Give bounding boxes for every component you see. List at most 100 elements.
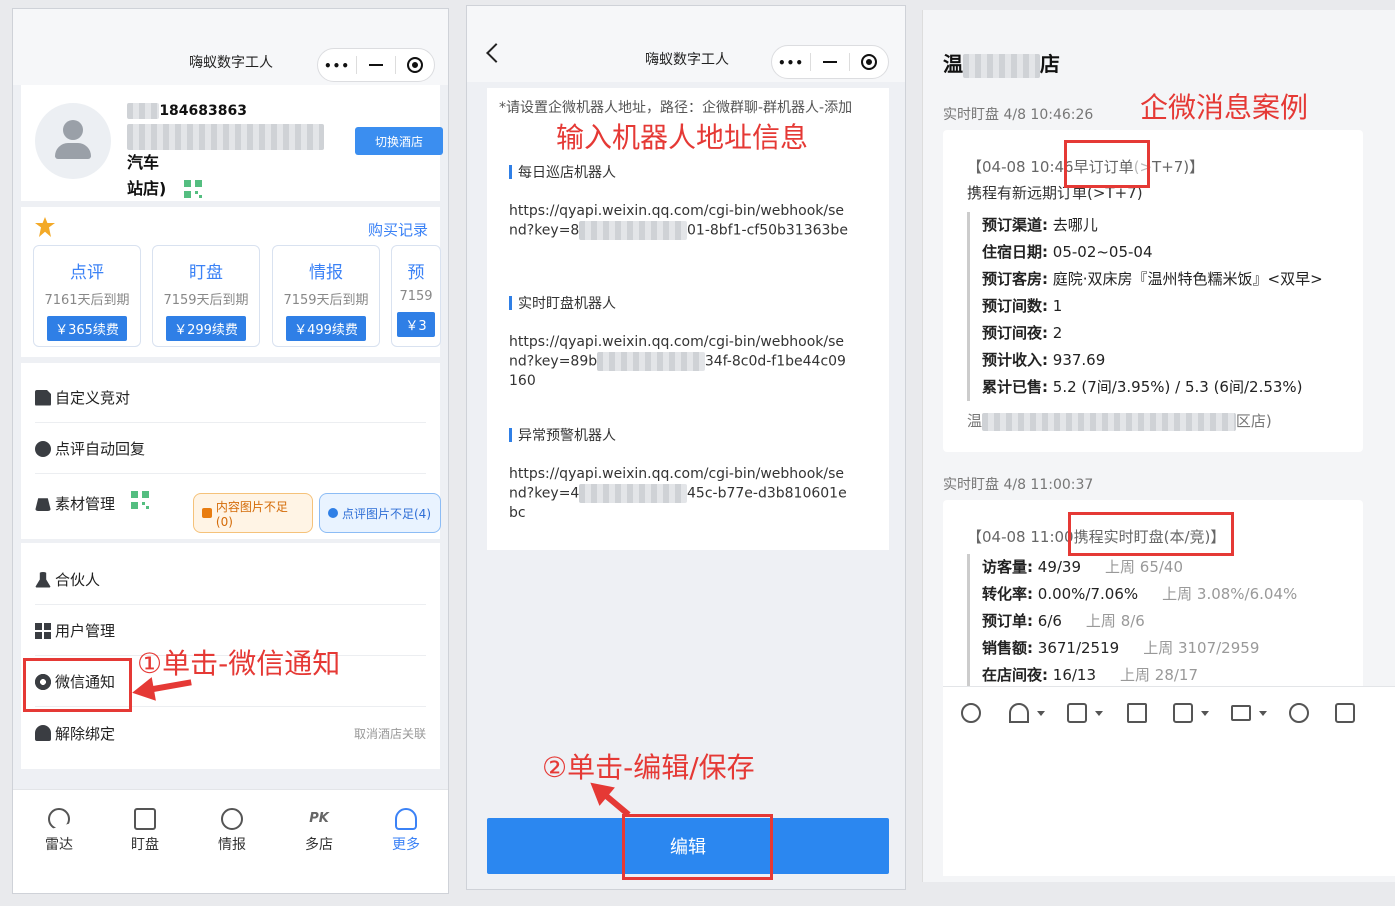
tab-multi-store[interactable]: PK 多店 (289, 808, 349, 854)
tile-review[interactable]: 点评 7161天后到期 ￥365续费 (33, 245, 141, 347)
wecom-chat-panel: 温█████店 实时盯盘 4/8 10:46:26 【04-08 10:46早订… (922, 10, 1395, 882)
renew-button[interactable]: ￥299续费 (166, 316, 246, 341)
chevron-down-icon[interactable] (1037, 711, 1045, 716)
tab-radar[interactable]: 雷达 (29, 808, 89, 854)
menu-auto-reply[interactable]: 点评自动回复 (35, 424, 426, 474)
line-chart-icon (134, 808, 156, 830)
chat-input-toolbar (943, 686, 1395, 876)
msg1-fields: 预订渠道: 去哪儿 住宿日期: 05-02~05-04 预订客房: 庭院·双床房… (967, 212, 1323, 401)
avatar (35, 103, 111, 179)
menu-unbind[interactable]: 解除绑定 取消酒店关联 (35, 708, 426, 758)
renew-button[interactable]: ￥365续费 (47, 316, 127, 341)
pk-icon: PK (309, 811, 329, 826)
phone-more-page: 嗨蚁数字工人 ███184683863 ████████████████汽车 站… (12, 8, 449, 894)
msg-field: 销售额: 3671/2519 上周 3107/2959 (982, 639, 1260, 657)
msg-field: 转化率: 0.00%/7.06% 上周 3.08%/6.04% (982, 585, 1298, 603)
chevron-down-icon[interactable] (1095, 711, 1103, 716)
miniapp-capsule (317, 48, 435, 82)
more-circle-icon[interactable] (1289, 703, 1309, 723)
webhook-form: *请设置企微机器人地址，路径：企微群聊-群机器人-添加 每日巡店机器人 http… (487, 88, 889, 550)
bot-url-alert[interactable]: https://qyapi.weixin.qq.com/cgi-bin/webh… (509, 465, 849, 523)
msg-field: 累计已售: 5.2 (7间/3.95%) / 5.3 (6间/2.53%) (982, 378, 1303, 396)
miniapp-title: 嗨蚁数字工人 (189, 55, 273, 71)
scissors-icon[interactable] (1009, 703, 1029, 723)
radar-icon (48, 808, 70, 830)
miniapp-title: 嗨蚁数字工人 (645, 52, 729, 68)
search-chart-icon (221, 808, 243, 830)
image-icon[interactable] (1067, 703, 1087, 723)
buy-record-link[interactable]: 购买记录 (368, 219, 428, 240)
minimize-icon[interactable] (811, 61, 849, 63)
msg-field: 预订渠道: 去哪儿 (982, 216, 1098, 234)
bot-url-daily[interactable]: https://qyapi.weixin.qq.com/cgi-bin/webh… (509, 202, 849, 241)
msg2-fields: 访客量: 49/39 上周 65/40 转化率: 0.00%/7.06% 上周 3.… (967, 554, 1297, 689)
msg-field: 预订间数: 1 (982, 297, 1063, 315)
renew-button[interactable]: ￥499续费 (286, 316, 366, 341)
bottom-tabbar: 雷达 盯盘 情报 PK 多店 更多 (13, 789, 448, 893)
chevron-down-icon[interactable] (1259, 711, 1267, 716)
msg-field: 预订单: 6/6 上周 8/6 (982, 612, 1145, 630)
webhook-hint: *请设置企微机器人地址，路径：企微群聊-群机器人-添加 (499, 100, 853, 116)
bot-url-realtime[interactable]: https://qyapi.weixin.qq.com/cgi-bin/webh… (509, 333, 849, 391)
more-dots-icon[interactable] (318, 56, 356, 74)
highlight-edit-button (622, 814, 773, 880)
menu-partner[interactable]: 合伙人 (35, 555, 426, 605)
switch-hotel-button[interactable]: 切换酒店 (355, 127, 443, 155)
person-minus-icon (35, 725, 51, 741)
chevron-down-icon[interactable] (1201, 711, 1209, 716)
msg1-footer: 温██████████████████████区店) (967, 412, 1272, 431)
highlight-wechat-notify (23, 658, 132, 712)
annotation-case-title: 企微消息案例 (1140, 91, 1309, 124)
renew-button[interactable]: ￥3 (397, 312, 435, 337)
qr-code-icon[interactable] (131, 491, 156, 515)
qr-code-icon[interactable] (184, 180, 203, 198)
msg-field: 住宿日期: 05-02~05-04 (982, 243, 1153, 261)
menu-custom-competitor[interactable]: 自定义竞对 (35, 373, 426, 423)
content-image-shortage-chip[interactable]: 内容图片不足(0) (193, 493, 313, 533)
msg-field: 访客量: 49/39 上周 65/40 (982, 558, 1184, 576)
miniapp-header: 嗨蚁数字工人 (467, 6, 905, 82)
subscription-card: 购买记录 点评 7161天后到期 ￥365续费 盯盘 7159天后到期 ￥299… (21, 207, 441, 357)
minimize-icon[interactable] (357, 64, 395, 66)
miniapp-header: 嗨蚁数字工人 (13, 9, 448, 85)
menu-group-1: 自定义竞对 点评自动回复 素材管理 内容图片不足(0) 点评图片不足(4) (21, 363, 441, 539)
msg-field: 预计收入: 937.69 (982, 351, 1106, 369)
tab-intel[interactable]: 情报 (202, 808, 262, 854)
close-target-icon[interactable] (850, 54, 888, 70)
annotation-input-hint: 输入机器人地址信息 (556, 121, 809, 154)
close-target-icon[interactable] (396, 57, 434, 73)
folder-icon[interactable] (1231, 705, 1251, 721)
chat-bubble-icon (328, 508, 338, 518)
calendar-check-icon[interactable] (1173, 703, 1193, 723)
tab-monitor[interactable]: 盯盘 (115, 808, 175, 854)
store-id: ███184683863 (127, 103, 247, 119)
store-card: ███184683863 ████████████████汽车 站店) 切换酒店 (21, 85, 443, 201)
bot-label-realtime: 实时盯盘机器人 (509, 293, 616, 313)
bag-icon (202, 508, 212, 518)
chat-screenshot-icon[interactable] (1335, 703, 1355, 723)
miniapp-capsule (771, 45, 889, 79)
person-plus-icon (35, 571, 51, 588)
msg-field: 预订客房: 庭院·双床房『温州特色糯米饭』<双早> (982, 270, 1323, 288)
tile-monitor[interactable]: 盯盘 7159天后到期 ￥299续费 (152, 245, 260, 347)
emoji-icon[interactable] (961, 703, 981, 723)
bot-label-daily: 每日巡店机器人 (509, 162, 616, 182)
more-dots-icon[interactable] (772, 53, 810, 71)
document-icon (35, 389, 51, 406)
msg1-meta: 实时盯盘 4/8 10:46:26 (943, 107, 1094, 123)
msg2-meta: 实时盯盘 4/8 11:00:37 (943, 477, 1094, 493)
review-image-shortage-chip[interactable]: 点评图片不足(4) (319, 493, 441, 533)
chat-bubble-icon (35, 440, 51, 457)
annotation-step2: ②单击-编辑/保存 (542, 751, 755, 784)
tile-intel[interactable]: 情报 7159天后到期 ￥499续费 (272, 245, 380, 347)
annotation-step1: ①单击-微信通知 (137, 647, 341, 680)
msg-field: 预订间夜: 2 (982, 324, 1063, 342)
document-icon[interactable] (1127, 703, 1147, 723)
msg1-card: 【04-08 10:46早订订单(>T+7)】 携程有新远期订单(>T+7) 预… (943, 130, 1363, 452)
bot-label-alert: 异常预警机器人 (509, 425, 616, 445)
vip-badge-icon (35, 217, 55, 237)
tile-partial[interactable]: 预 7159 ￥3 (391, 245, 441, 347)
back-arrow-icon[interactable] (486, 43, 506, 63)
highlight-early-order (1064, 140, 1150, 188)
tab-more[interactable]: 更多 (376, 808, 436, 854)
